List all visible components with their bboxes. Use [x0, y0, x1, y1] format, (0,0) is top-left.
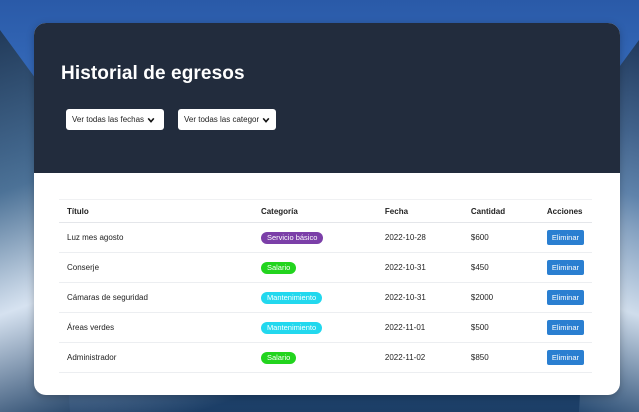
row-title: Luz mes agosto: [59, 222, 253, 253]
category-badge: Salario: [260, 351, 297, 364]
row-date: 2022-10-31: [376, 282, 463, 313]
column-header-category: Categoría: [252, 199, 377, 223]
expenses-table: Título Categoría Fecha Cantidad Acciones…: [59, 199, 592, 373]
row-actions: Eliminar: [538, 222, 592, 253]
table-row: Luz mes agosto Servicio básico 2022-10-2…: [59, 222, 592, 253]
row-category-cell: Salario: [252, 252, 377, 283]
row-title: Conserje: [59, 252, 253, 283]
card-header: Historial de egresos Ver todas las fecha…: [34, 23, 620, 173]
table-row: Conserje Salario 2022-10-31 $450 Elimina…: [59, 252, 592, 283]
row-category-cell: Mantenimiento: [252, 282, 377, 313]
row-title: Cámaras de seguridad: [59, 282, 253, 313]
delete-button[interactable]: Eliminar: [546, 290, 584, 305]
row-title: Administrador: [59, 342, 253, 373]
row-amount: $850: [462, 342, 539, 373]
table-header-row: Título Categoría Fecha Cantidad Acciones: [59, 199, 592, 223]
category-badge: Servicio básico: [260, 231, 324, 244]
page-title: Historial de egresos: [61, 63, 245, 84]
delete-button[interactable]: Eliminar: [546, 230, 584, 245]
table-row: Áreas verdes Mantenimiento 2022-11-01 $5…: [59, 312, 592, 343]
row-actions: Eliminar: [538, 252, 592, 283]
row-date: 2022-10-31: [376, 252, 463, 283]
table-row: Cámaras de seguridad Mantenimiento 2022-…: [59, 282, 592, 313]
chevron-down-icon: [262, 117, 270, 123]
date-filter-select[interactable]: Ver todas las fechas: [66, 109, 164, 130]
column-header-date: Fecha: [376, 199, 463, 223]
row-amount: $500: [462, 312, 539, 343]
table-row: Administrador Salario 2022-11-02 $850 El…: [59, 342, 592, 373]
delete-button[interactable]: Eliminar: [546, 350, 584, 365]
column-header-title: Título: [59, 199, 253, 223]
column-header-actions: Acciones: [538, 199, 592, 223]
category-badge: Mantenimiento: [260, 321, 323, 334]
delete-button[interactable]: Eliminar: [546, 260, 584, 275]
expenses-table-wrapper: Título Categoría Fecha Cantidad Acciones…: [59, 199, 592, 373]
row-actions: Eliminar: [538, 282, 592, 313]
row-date: 2022-11-01: [376, 312, 463, 343]
delete-button[interactable]: Eliminar: [546, 320, 584, 335]
row-amount: $2000: [462, 282, 539, 313]
column-header-amount: Cantidad: [462, 199, 539, 223]
row-amount: $450: [462, 252, 539, 283]
category-badge: Salario: [260, 261, 297, 274]
row-category-cell: Mantenimiento: [252, 312, 377, 343]
date-filter-value: Ver todas las fechas: [72, 115, 145, 124]
row-actions: Eliminar: [538, 312, 592, 343]
row-date: 2022-11-02: [376, 342, 463, 373]
row-category-cell: Salario: [252, 342, 377, 373]
category-badge: Mantenimiento: [260, 291, 323, 304]
category-filter-select[interactable]: Ver todas las categorías: [178, 109, 276, 130]
row-amount: $600: [462, 222, 539, 253]
expenses-card: Historial de egresos Ver todas las fecha…: [34, 23, 620, 395]
row-category-cell: Servicio básico: [252, 222, 377, 253]
filters-bar: Ver todas las fechas Ver todas las categ…: [66, 109, 276, 130]
chevron-down-icon: [147, 117, 155, 123]
row-actions: Eliminar: [538, 342, 592, 373]
row-date: 2022-10-28: [376, 222, 463, 253]
category-filter-value: Ver todas las categorías: [184, 115, 259, 124]
row-title: Áreas verdes: [59, 312, 253, 343]
